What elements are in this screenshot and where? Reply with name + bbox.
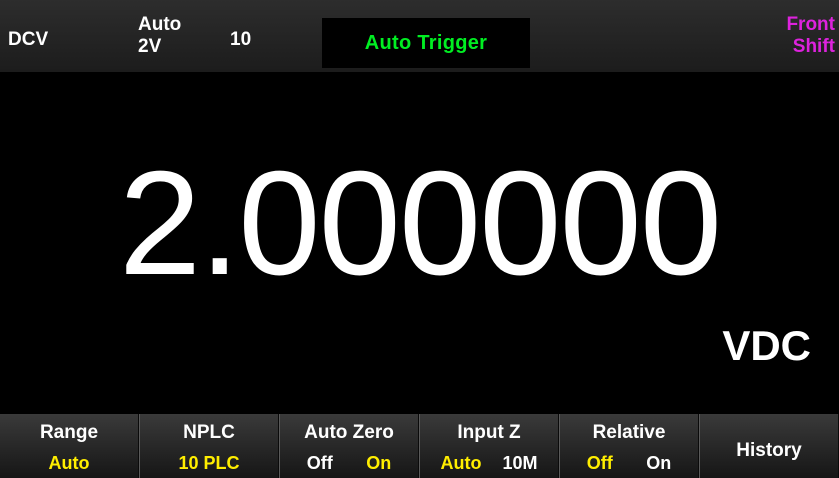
relative-softkey[interactable]: Relative Off On	[559, 414, 699, 478]
nplc-softkey[interactable]: NPLC 10 PLC	[139, 414, 279, 478]
input-z-softkey[interactable]: Input Z Auto 10M	[419, 414, 559, 478]
auto-zero-options: Off On	[280, 452, 418, 474]
relative-option-off: Off	[586, 453, 613, 473]
range-softkey-title: Range	[39, 422, 99, 443]
input-z-option-10m: 10M	[502, 453, 538, 473]
input-z-options: Auto 10M	[420, 452, 558, 474]
range-indicator: Auto 2V	[138, 14, 181, 58]
history-softkey-title: History	[736, 440, 802, 461]
status-bar: DCV Auto 2V 10 Auto Trigger Front Shift	[0, 0, 839, 72]
sample-count: 10	[230, 29, 252, 50]
range-softkey-value: Auto	[48, 453, 90, 473]
range-mode: Auto	[138, 14, 182, 35]
relative-option-on: On	[646, 453, 672, 473]
shift-status: Shift	[792, 36, 835, 57]
auto-zero-option-on: On	[366, 453, 392, 473]
nplc-softkey-title: NPLC	[183, 422, 235, 443]
nplc-softkey-value: 10 PLC	[178, 453, 240, 473]
main-reading: 2.000000	[118, 141, 722, 306]
multimeter-screen: DCV Auto 2V 10 Auto Trigger Front Shift …	[0, 0, 839, 478]
auto-zero-softkey[interactable]: Auto Zero Off On	[279, 414, 419, 478]
measure-function: DCV	[8, 29, 49, 50]
reading-unit: VDC	[722, 322, 811, 369]
auto-zero-option-off: Off	[306, 453, 333, 473]
softkey-bar: Range Auto NPLC 10 PLC Auto Zero Off On …	[0, 414, 839, 478]
trigger-indicator: Auto Trigger	[322, 18, 530, 68]
relative-options: Off On	[560, 452, 698, 474]
range-value: 2V	[138, 36, 162, 57]
history-softkey[interactable]: History	[699, 414, 839, 478]
trigger-status: Auto Trigger	[364, 32, 488, 54]
panel-status: Front	[786, 14, 835, 35]
panel-shift-indicator: Front Shift	[786, 14, 835, 58]
input-z-softkey-title: Input Z	[457, 422, 521, 443]
range-softkey[interactable]: Range Auto	[0, 414, 139, 478]
auto-zero-softkey-title: Auto Zero	[304, 422, 394, 443]
relative-softkey-title: Relative	[592, 422, 666, 443]
input-z-option-auto: Auto	[440, 453, 482, 473]
